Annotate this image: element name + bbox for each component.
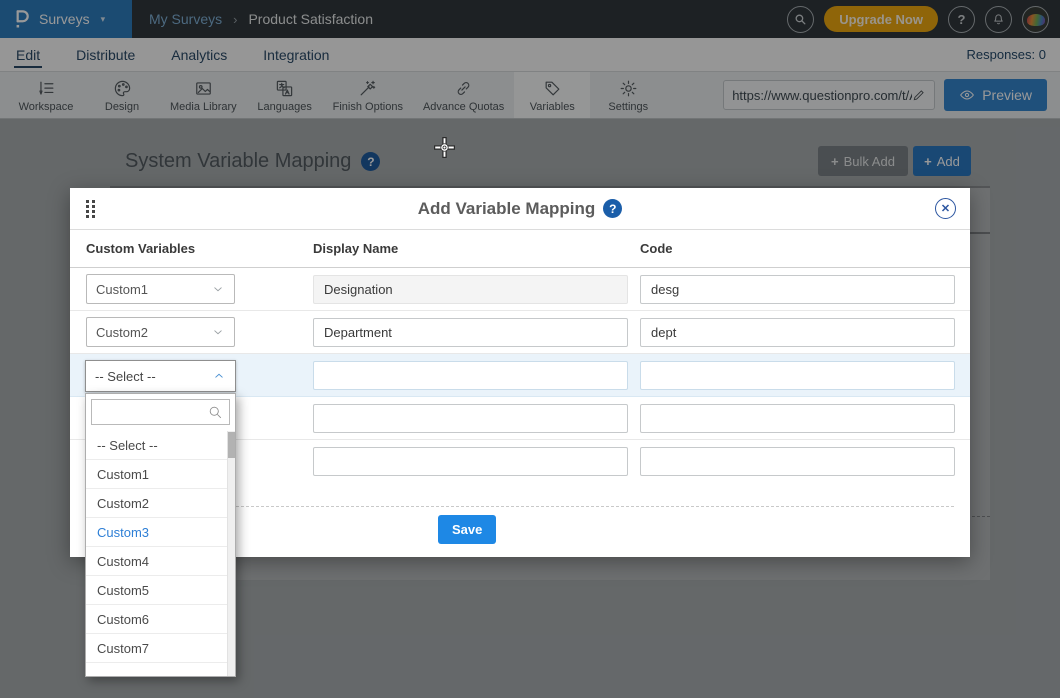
column-code: Code bbox=[640, 230, 673, 268]
variable-select-2[interactable]: Custom2 bbox=[86, 317, 235, 347]
search-icon bbox=[208, 405, 223, 420]
chevron-down-icon bbox=[211, 325, 225, 339]
close-icon[interactable]: ✕ bbox=[935, 198, 956, 219]
variable-select-value: Custom1 bbox=[96, 282, 148, 297]
column-display-name: Display Name bbox=[313, 230, 398, 268]
dropdown-option-custom5[interactable]: Custom5 bbox=[86, 576, 227, 605]
code-input-4[interactable] bbox=[640, 404, 955, 433]
display-name-input-5[interactable] bbox=[313, 447, 628, 476]
modal-title: Add Variable Mapping bbox=[418, 199, 596, 219]
dropdown-option-custom6[interactable]: Custom6 bbox=[86, 605, 227, 634]
dropdown-scrollbar-thumb[interactable] bbox=[228, 432, 236, 458]
dropdown-scrollbar[interactable] bbox=[227, 431, 235, 676]
variable-select-value: -- Select -- bbox=[95, 369, 156, 384]
variable-select-3[interactable]: -- Select -- bbox=[85, 360, 236, 392]
dropdown-option-custom1[interactable]: Custom1 bbox=[86, 460, 227, 489]
mapping-row-1: Custom1 bbox=[70, 268, 970, 311]
code-input-1[interactable] bbox=[640, 275, 955, 304]
variable-select-1[interactable]: Custom1 bbox=[86, 274, 235, 304]
dropdown-option-custom7[interactable]: Custom7 bbox=[86, 634, 227, 663]
save-button[interactable]: Save bbox=[438, 515, 496, 544]
column-custom-variables: Custom Variables bbox=[86, 230, 195, 268]
app-window: Surveys ▾ My Surveys › Product Satisfact… bbox=[0, 0, 1060, 698]
dropdown-options-list: -- Select -- Custom1 Custom2 Custom3 Cus… bbox=[86, 431, 227, 676]
dropdown-panel: -- Select -- Custom1 Custom2 Custom3 Cus… bbox=[85, 393, 236, 677]
modal-help-icon[interactable]: ? bbox=[603, 199, 622, 218]
chevron-down-icon bbox=[211, 282, 225, 296]
dropdown-option-custom2[interactable]: Custom2 bbox=[86, 489, 227, 518]
display-name-input-1[interactable] bbox=[313, 275, 628, 304]
dropdown-search-input[interactable] bbox=[98, 405, 208, 419]
display-name-input-3[interactable] bbox=[313, 361, 628, 390]
dropdown-search-box bbox=[91, 399, 230, 425]
modal-header: Add Variable Mapping ? ✕ bbox=[70, 188, 970, 230]
chevron-up-icon bbox=[212, 369, 226, 383]
display-name-input-2[interactable] bbox=[313, 318, 628, 347]
code-input-5[interactable] bbox=[640, 447, 955, 476]
dropdown-option-select[interactable]: -- Select -- bbox=[86, 431, 227, 460]
display-name-input-4[interactable] bbox=[313, 404, 628, 433]
mapping-table-header: Custom Variables Display Name Code bbox=[70, 230, 970, 268]
code-input-2[interactable] bbox=[640, 318, 955, 347]
mapping-row-2: Custom2 bbox=[70, 311, 970, 354]
drag-handle-icon[interactable] bbox=[86, 200, 95, 218]
dropdown-option-custom4[interactable]: Custom4 bbox=[86, 547, 227, 576]
variable-dropdown-open: -- Select -- -- Select -- Custom1 Custom… bbox=[85, 360, 236, 677]
code-input-3[interactable] bbox=[640, 361, 955, 390]
variable-select-value: Custom2 bbox=[96, 325, 148, 340]
dropdown-option-custom3[interactable]: Custom3 bbox=[86, 518, 227, 547]
